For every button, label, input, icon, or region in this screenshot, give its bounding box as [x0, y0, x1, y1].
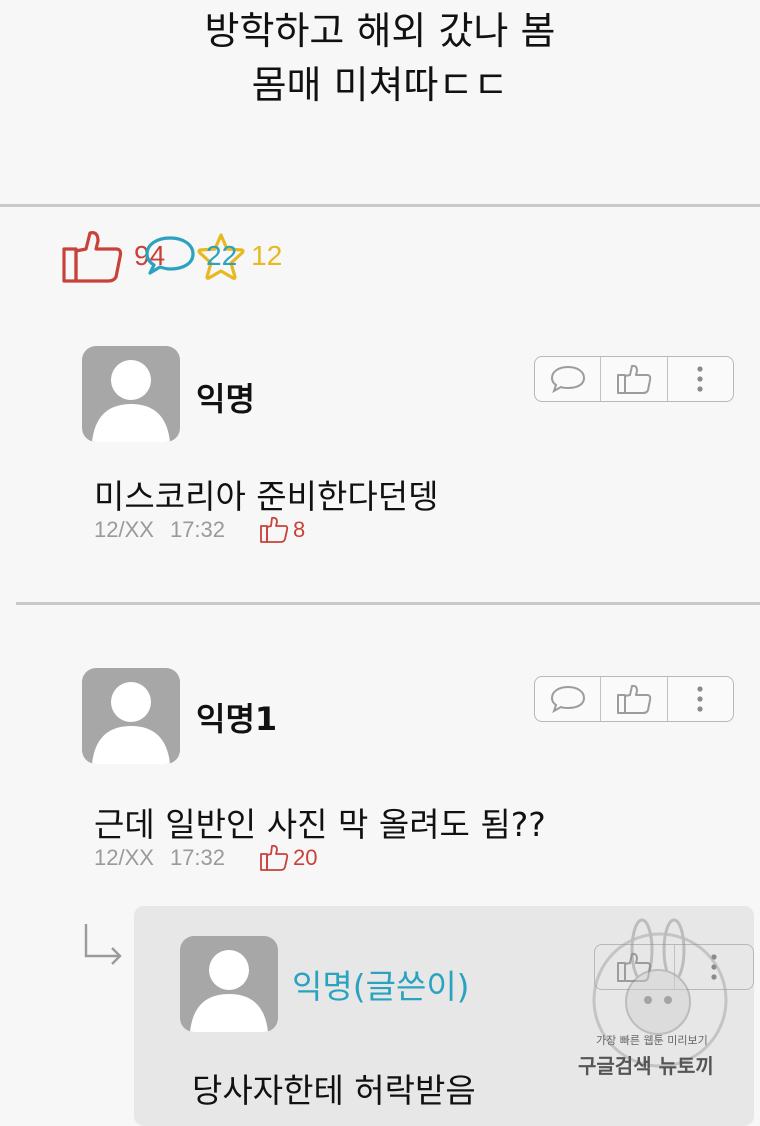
- watermark-brand: 구글검색 뉴토끼: [578, 1054, 714, 1078]
- avatar: [82, 668, 180, 764]
- thumbs-up-icon: [616, 684, 652, 714]
- watermark-text: 가장 빠른 웹툰 미리보기: [596, 1034, 708, 1047]
- avatar: [82, 346, 180, 442]
- speech-bubble-icon: [550, 685, 585, 714]
- comment-count-button[interactable]: 22: [144, 235, 760, 277]
- more-vertical-icon: [697, 686, 703, 712]
- comment-meta: 12/XX 17:32 20: [94, 844, 317, 872]
- reply-text: 당사자한테 허락받음: [192, 1071, 476, 1110]
- comment-time: 17:32: [169, 517, 225, 542]
- comment-item: 익명1 근데 일반인 사진 막 올려도 됨?? 12/XX 17:32 20: [82, 668, 742, 888]
- comment-like-number: 8: [293, 517, 306, 542]
- comment-like-button[interactable]: [601, 357, 668, 401]
- thumbs-up-icon: [62, 231, 123, 283]
- thumbs-up-icon: [616, 364, 652, 394]
- comment-item: 익명 미스코리아 준비한다던뎅 12/XX 17:32 8: [82, 346, 742, 566]
- thumbs-up-icon: [260, 844, 289, 871]
- comment-date: 12/XX: [94, 517, 154, 542]
- comment-author: 익명1: [196, 700, 278, 738]
- comment-like-count: 8: [259, 516, 305, 544]
- default-avatar-icon: [92, 360, 170, 442]
- more-button[interactable]: [668, 677, 733, 721]
- thumbs-up-icon: [260, 516, 289, 543]
- comment-actions: [534, 356, 734, 402]
- comment-like-button[interactable]: [601, 677, 668, 721]
- comment-actions: [534, 676, 734, 722]
- divider: [0, 204, 760, 207]
- speech-bubble-icon: [145, 236, 195, 275]
- default-avatar-icon: [92, 682, 170, 764]
- comment-meta: 12/XX 17:32 8: [94, 516, 305, 544]
- comment-text: 미스코리아 준비한다던뎅: [94, 477, 439, 516]
- reply-button[interactable]: [535, 677, 602, 721]
- default-avatar-icon: [190, 950, 268, 1032]
- comment-count: 22: [206, 240, 238, 271]
- post-title-line-1: 방학하고 해외 갔나 봄: [204, 9, 556, 53]
- more-button[interactable]: [668, 357, 733, 401]
- reply-author: 익명(글쓴이): [292, 967, 470, 1006]
- comment-like-number: 20: [293, 845, 318, 870]
- comment-text: 근데 일반인 사진 막 올려도 됨??: [94, 805, 546, 844]
- post-title: 방학하고 해외 갔나 봄 몸매 미쳐따ㄷㄷ: [0, 4, 760, 112]
- more-vertical-icon: [697, 366, 703, 392]
- post-title-line-2: 몸매 미쳐따ㄷㄷ: [251, 63, 509, 107]
- comment-like-count: 20: [259, 844, 317, 872]
- divider: [16, 602, 760, 605]
- post-stats: 94 22 12: [62, 226, 312, 286]
- avatar: [180, 936, 278, 1032]
- comment-time: 17:32: [169, 845, 225, 870]
- comment-date: 12/XX: [94, 845, 154, 870]
- reply-button[interactable]: [535, 357, 602, 401]
- speech-bubble-icon: [550, 365, 585, 394]
- reply-arrow-icon: [84, 924, 122, 965]
- comment-author: 익명: [196, 380, 255, 418]
